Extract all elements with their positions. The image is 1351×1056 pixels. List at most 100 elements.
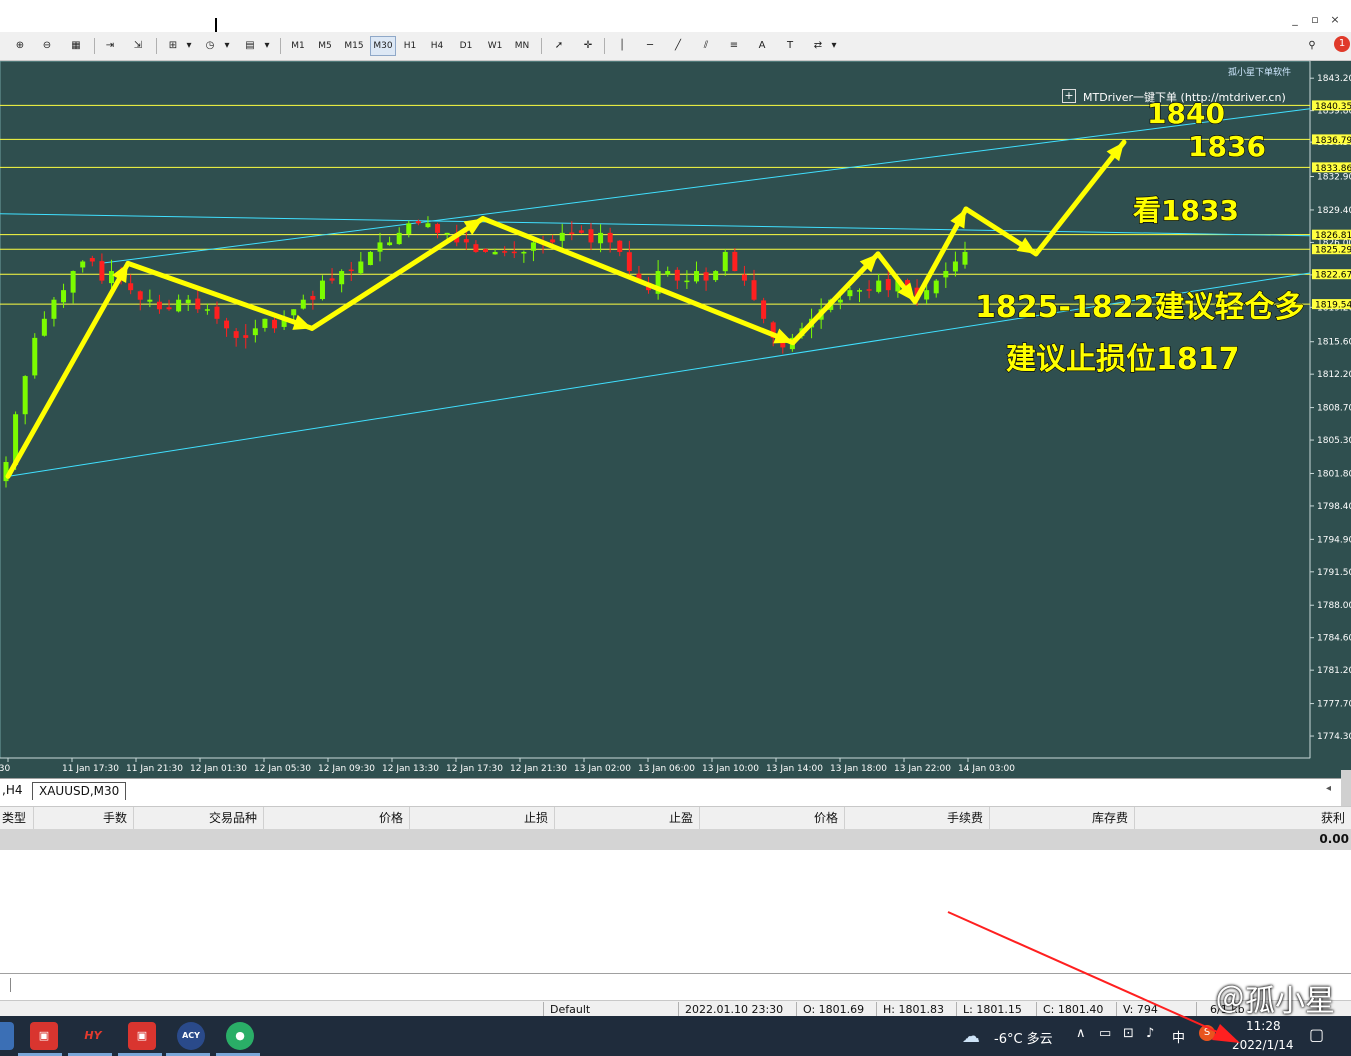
red-doc-app-2-icon[interactable]: ▣ bbox=[128, 1022, 156, 1050]
red-doc-app-icon[interactable]: ▣ bbox=[30, 1022, 58, 1050]
y-tick-label: 1777.70 bbox=[1317, 700, 1351, 710]
acy-app-icon[interactable]: ACY bbox=[177, 1022, 205, 1050]
candle-body bbox=[684, 280, 690, 283]
timeframe-mn[interactable]: MN bbox=[510, 36, 534, 56]
candle-body bbox=[521, 251, 527, 254]
forecast-arrow-segment bbox=[790, 251, 881, 346]
candle-body bbox=[51, 299, 57, 319]
terminal-summary-row: 0.00 bbox=[0, 829, 1351, 850]
candle-body bbox=[962, 251, 968, 265]
alert-badge[interactable]: 1 bbox=[1334, 36, 1350, 52]
price-level-label: 1819.54 bbox=[1315, 301, 1351, 311]
clock-date[interactable]: 2022/1/14 bbox=[1232, 1038, 1294, 1052]
x-tick-label: 12 Jan 01:30 bbox=[190, 764, 247, 774]
timeframe-m15[interactable]: M15 bbox=[342, 36, 366, 56]
chevron-down-icon[interactable]: ▾ bbox=[829, 36, 839, 56]
chart-shift-icon[interactable]: ⇥ bbox=[100, 36, 120, 56]
col-take-profit[interactable]: 止盈 bbox=[555, 807, 700, 829]
col-volume[interactable]: 手数 bbox=[34, 807, 134, 829]
ime-indicator[interactable]: 中 bbox=[1172, 1027, 1185, 1046]
battery-icon[interactable]: ▭ bbox=[1099, 1026, 1111, 1041]
col-swap[interactable]: 库存费 bbox=[990, 807, 1135, 829]
autoscroll-icon[interactable]: ⇲ bbox=[128, 36, 148, 56]
close-button[interactable]: × bbox=[1327, 12, 1343, 28]
y-tick-label: 1805.30 bbox=[1317, 436, 1351, 446]
volume-icon[interactable]: ♪ bbox=[1146, 1026, 1154, 1041]
notification-icon[interactable]: ▢ bbox=[1309, 1025, 1324, 1044]
minimize-button[interactable]: _ bbox=[1287, 12, 1303, 28]
network-icon[interactable]: ⊡ bbox=[1123, 1026, 1134, 1041]
cursor-icon[interactable]: ➚ bbox=[549, 36, 569, 56]
sogou-ime-icon[interactable]: S bbox=[1199, 1025, 1215, 1041]
candle-body bbox=[607, 232, 613, 243]
clock-time[interactable]: 11:28 bbox=[1246, 1019, 1281, 1033]
y-tick-label: 1794.90 bbox=[1317, 535, 1351, 545]
crosshair-icon[interactable]: ✛ bbox=[578, 36, 598, 56]
annotation-text: 看1833 bbox=[1133, 194, 1239, 227]
horizontal-line-icon[interactable]: ─ bbox=[640, 36, 660, 56]
text-icon[interactable]: A bbox=[752, 36, 772, 56]
indicators-icon[interactable]: ⊞ bbox=[163, 36, 183, 56]
expand-icon[interactable]: + bbox=[1062, 89, 1076, 103]
timeframe-m1[interactable]: M1 bbox=[286, 36, 310, 56]
window-controls: _ ▫ × bbox=[1287, 12, 1343, 28]
candle-body bbox=[444, 232, 450, 235]
candle-body bbox=[847, 290, 853, 297]
trendline-icon[interactable]: ╱ bbox=[668, 36, 688, 56]
show-hidden-icons-icon[interactable]: ∧ bbox=[1076, 1026, 1086, 1041]
zoom-out-icon[interactable]: ⊖ bbox=[37, 36, 57, 56]
restore-button[interactable]: ▫ bbox=[1307, 12, 1323, 28]
timeframe-w1[interactable]: W1 bbox=[483, 36, 507, 56]
col-price[interactable]: 价格 bbox=[264, 807, 410, 829]
candle-body bbox=[396, 232, 402, 245]
price-chart[interactable]: 1843.201839.801836.501832.901829.401826.… bbox=[0, 61, 1351, 778]
timeframe-h4[interactable]: H4 bbox=[425, 36, 449, 56]
tile-windows-icon[interactable]: ▦ bbox=[66, 36, 86, 56]
weather-text[interactable]: -6°C 多云 bbox=[994, 1028, 1053, 1047]
col-stop-loss[interactable]: 止损 bbox=[410, 807, 555, 829]
status-profile[interactable]: Default bbox=[550, 1003, 590, 1016]
search-icon[interactable]: ⚲ bbox=[1302, 36, 1322, 56]
forecast-arrow-head bbox=[292, 314, 312, 330]
chevron-down-icon[interactable]: ▾ bbox=[222, 36, 232, 56]
start-partial-icon[interactable] bbox=[0, 1022, 14, 1050]
scroll-left-icon[interactable]: ◂ bbox=[1326, 783, 1331, 794]
vertical-line-icon[interactable]: │ bbox=[612, 36, 632, 56]
zoom-in-icon[interactable]: ⊕ bbox=[10, 36, 30, 56]
candle-body bbox=[214, 306, 220, 319]
col-commission[interactable]: 手续费 bbox=[845, 807, 990, 829]
timeframe-h1[interactable]: H1 bbox=[398, 36, 422, 56]
candle-body bbox=[463, 239, 469, 243]
status-open: O: 1801.69 bbox=[803, 1003, 865, 1016]
candle-body bbox=[300, 299, 306, 309]
timeframe-m5[interactable]: M5 bbox=[313, 36, 337, 56]
text-label-icon[interactable]: T bbox=[780, 36, 800, 56]
arrows-icon[interactable]: ⇄ bbox=[808, 36, 828, 56]
status-volume: V: 794 bbox=[1123, 1003, 1158, 1016]
chevron-down-icon[interactable]: ▾ bbox=[262, 36, 272, 56]
timeframe-m30[interactable]: M30 bbox=[370, 36, 396, 56]
chevron-down-icon[interactable]: ▾ bbox=[184, 36, 194, 56]
col-profit[interactable]: 获利 bbox=[1135, 807, 1351, 829]
mtdriver-label: MTDriver一键下单 (http://mtdriver.cn) bbox=[1083, 91, 1286, 104]
forecast-arrow-segment bbox=[5, 260, 131, 479]
periods-icon[interactable]: ◷ bbox=[200, 36, 220, 56]
y-tick-label: 1784.60 bbox=[1317, 634, 1351, 644]
channel-icon[interactable]: ⫽ bbox=[696, 36, 716, 56]
tab-xauusd-m30[interactable]: XAUUSD,M30 bbox=[32, 782, 127, 800]
tab-h4-chart[interactable]: ,H4 bbox=[0, 782, 28, 799]
col-current-price[interactable]: 价格 bbox=[700, 807, 845, 829]
timeframe-d1[interactable]: D1 bbox=[454, 36, 478, 56]
candle-body bbox=[559, 232, 565, 241]
price-level-label: 1833.86 bbox=[1315, 164, 1351, 174]
fibonacci-icon[interactable]: ≡ bbox=[724, 36, 744, 56]
weather-cloud-icon[interactable]: ☁ bbox=[962, 1026, 980, 1047]
col-type[interactable]: 类型 bbox=[0, 807, 34, 829]
templates-icon[interactable]: ▤ bbox=[240, 36, 260, 56]
col-symbol[interactable]: 交易品种 bbox=[134, 807, 264, 829]
candle-body bbox=[857, 290, 863, 292]
candle-body bbox=[252, 328, 258, 336]
hy-app-icon[interactable]: HY bbox=[79, 1022, 107, 1050]
wechat-app-icon[interactable]: ● bbox=[226, 1022, 254, 1050]
candle-body bbox=[61, 290, 67, 303]
